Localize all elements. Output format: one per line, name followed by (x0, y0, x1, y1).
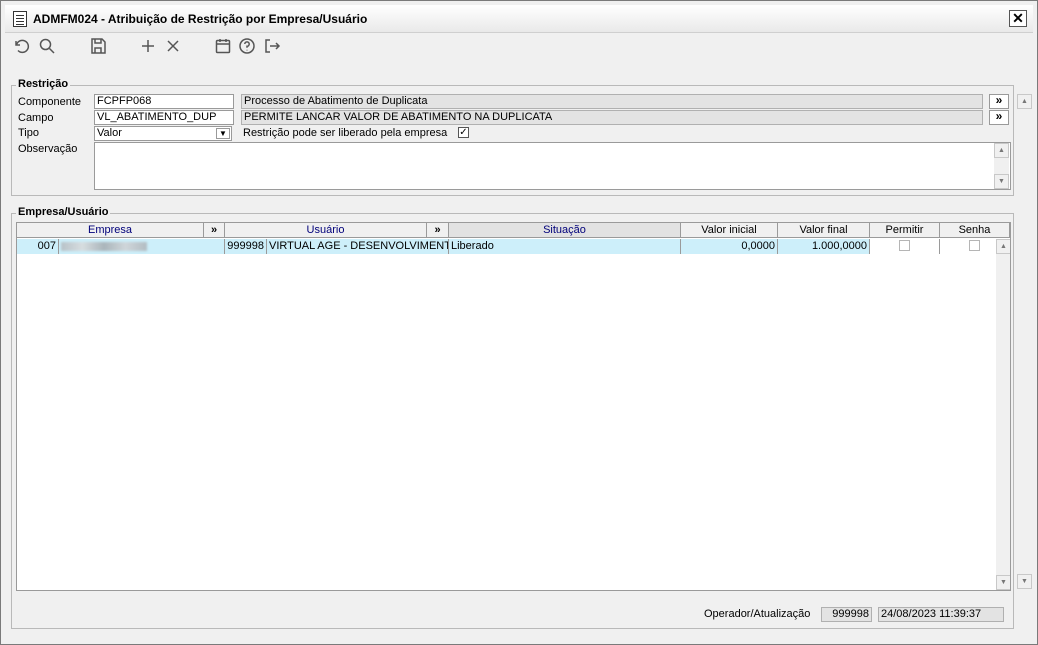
cell-senha (940, 239, 997, 254)
cell-permitir (870, 239, 940, 254)
campo-lookup-button[interactable]: » (989, 110, 1009, 125)
chevron-down-icon[interactable]: ▼ (216, 128, 230, 139)
scroll-down-icon[interactable]: ▼ (994, 174, 1009, 189)
senha-checkbox[interactable] (969, 240, 980, 251)
exit-icon[interactable] (262, 37, 282, 57)
componente-label: Componente (18, 96, 81, 108)
observacao-scrollbar[interactable]: ▲ ▼ (994, 143, 1009, 189)
observacao-label: Observação (18, 143, 78, 155)
tipo-select-value: Valor (97, 127, 122, 139)
empresa-usuario-title: Empresa/Usuário (16, 206, 111, 218)
cell-empresa-code[interactable]: 007 (17, 239, 59, 254)
cell-usuario-name[interactable]: VIRTUAL AGE - DESENVOLVIMENTO (267, 239, 449, 254)
restricao-title: Restrição (16, 78, 71, 90)
column-header-usuario[interactable]: Usuário (225, 223, 427, 238)
form-page: Restrição Componente FCPFP068 Processo d… (5, 63, 1033, 642)
redacted-company-name (61, 241, 147, 251)
campo-label: Campo (18, 112, 54, 124)
cell-empresa-name[interactable] (59, 239, 225, 254)
scroll-down-icon[interactable]: ▼ (1017, 574, 1032, 589)
help-icon[interactable] (237, 37, 257, 57)
liberado-label: Restrição pode ser liberado pela empresa (243, 127, 448, 139)
column-header-valor-final[interactable]: Valor final (778, 223, 870, 238)
tipo-label: Tipo (18, 127, 39, 139)
scroll-up-icon[interactable]: ▲ (996, 239, 1010, 254)
scroll-down-icon[interactable]: ▼ (996, 575, 1010, 590)
grid-scrollbar[interactable]: ▲ ▼ (996, 239, 1010, 590)
componente-description: Processo de Abatimento de Duplicata (241, 94, 983, 109)
cell-usuario-code[interactable]: 999998 (225, 239, 267, 254)
cell-valor-final[interactable]: 1.000,0000 (778, 239, 870, 254)
usuario-lookup-button[interactable]: » (427, 223, 449, 238)
document-icon (13, 11, 27, 27)
empresa-lookup-button[interactable]: » (204, 223, 225, 238)
save-icon[interactable] (88, 37, 108, 57)
app-window: ADMFM024 - Atribuição de Restrição por E… (0, 0, 1038, 645)
atualizacao-field: 24/08/2023 11:39:37 (878, 607, 1004, 622)
calendar-icon[interactable] (213, 37, 233, 57)
title-bar: ADMFM024 - Atribuição de Restrição por E… (5, 5, 1033, 33)
toolbar (5, 34, 1033, 62)
liberado-checkbox[interactable]: ✓ (458, 127, 469, 138)
page-scrollbar[interactable]: ▲ ▼ (1017, 94, 1032, 591)
permitir-checkbox[interactable] (899, 240, 910, 251)
undo-icon[interactable] (11, 37, 31, 57)
column-header-valor-inicial[interactable]: Valor inicial (681, 223, 778, 238)
column-header-permitir[interactable]: Permitir (870, 223, 940, 238)
close-button[interactable]: ✕ (1009, 10, 1027, 27)
column-header-situacao[interactable]: Situação (449, 223, 681, 238)
column-header-empresa[interactable]: Empresa (17, 223, 204, 238)
componente-input[interactable]: FCPFP068 (94, 94, 234, 109)
empresa-usuario-grid: Empresa » Usuário » Situação Valor inici… (16, 222, 1011, 591)
add-icon[interactable] (138, 37, 158, 57)
column-header-senha[interactable]: Senha (940, 223, 1010, 238)
tipo-select[interactable]: Valor ▼ (94, 126, 232, 141)
search-icon[interactable] (37, 37, 57, 57)
cell-situacao[interactable]: Liberado (449, 239, 681, 254)
cell-valor-inicial[interactable]: 0,0000 (681, 239, 778, 254)
operador-atualizacao-label: Operador/Atualização (704, 608, 811, 620)
delete-icon[interactable] (163, 37, 183, 57)
scroll-up-icon[interactable]: ▲ (1017, 94, 1032, 109)
campo-description: PERMITE LANCAR VALOR DE ABATIMENTO NA DU… (241, 110, 983, 125)
observacao-textarea[interactable] (94, 142, 1011, 190)
window-title: ADMFM024 - Atribuição de Restrição por E… (33, 12, 368, 26)
operador-field: 999998 (821, 607, 872, 622)
restricao-group: Restrição Componente FCPFP068 Processo d… (11, 78, 1014, 196)
empresa-usuario-group: Empresa/Usuário Empresa » Usuário » Situ… (11, 206, 1014, 629)
scroll-up-icon[interactable]: ▲ (994, 143, 1009, 158)
componente-lookup-button[interactable]: » (989, 94, 1009, 109)
campo-input[interactable]: VL_ABATIMENTO_DUP (94, 110, 234, 125)
